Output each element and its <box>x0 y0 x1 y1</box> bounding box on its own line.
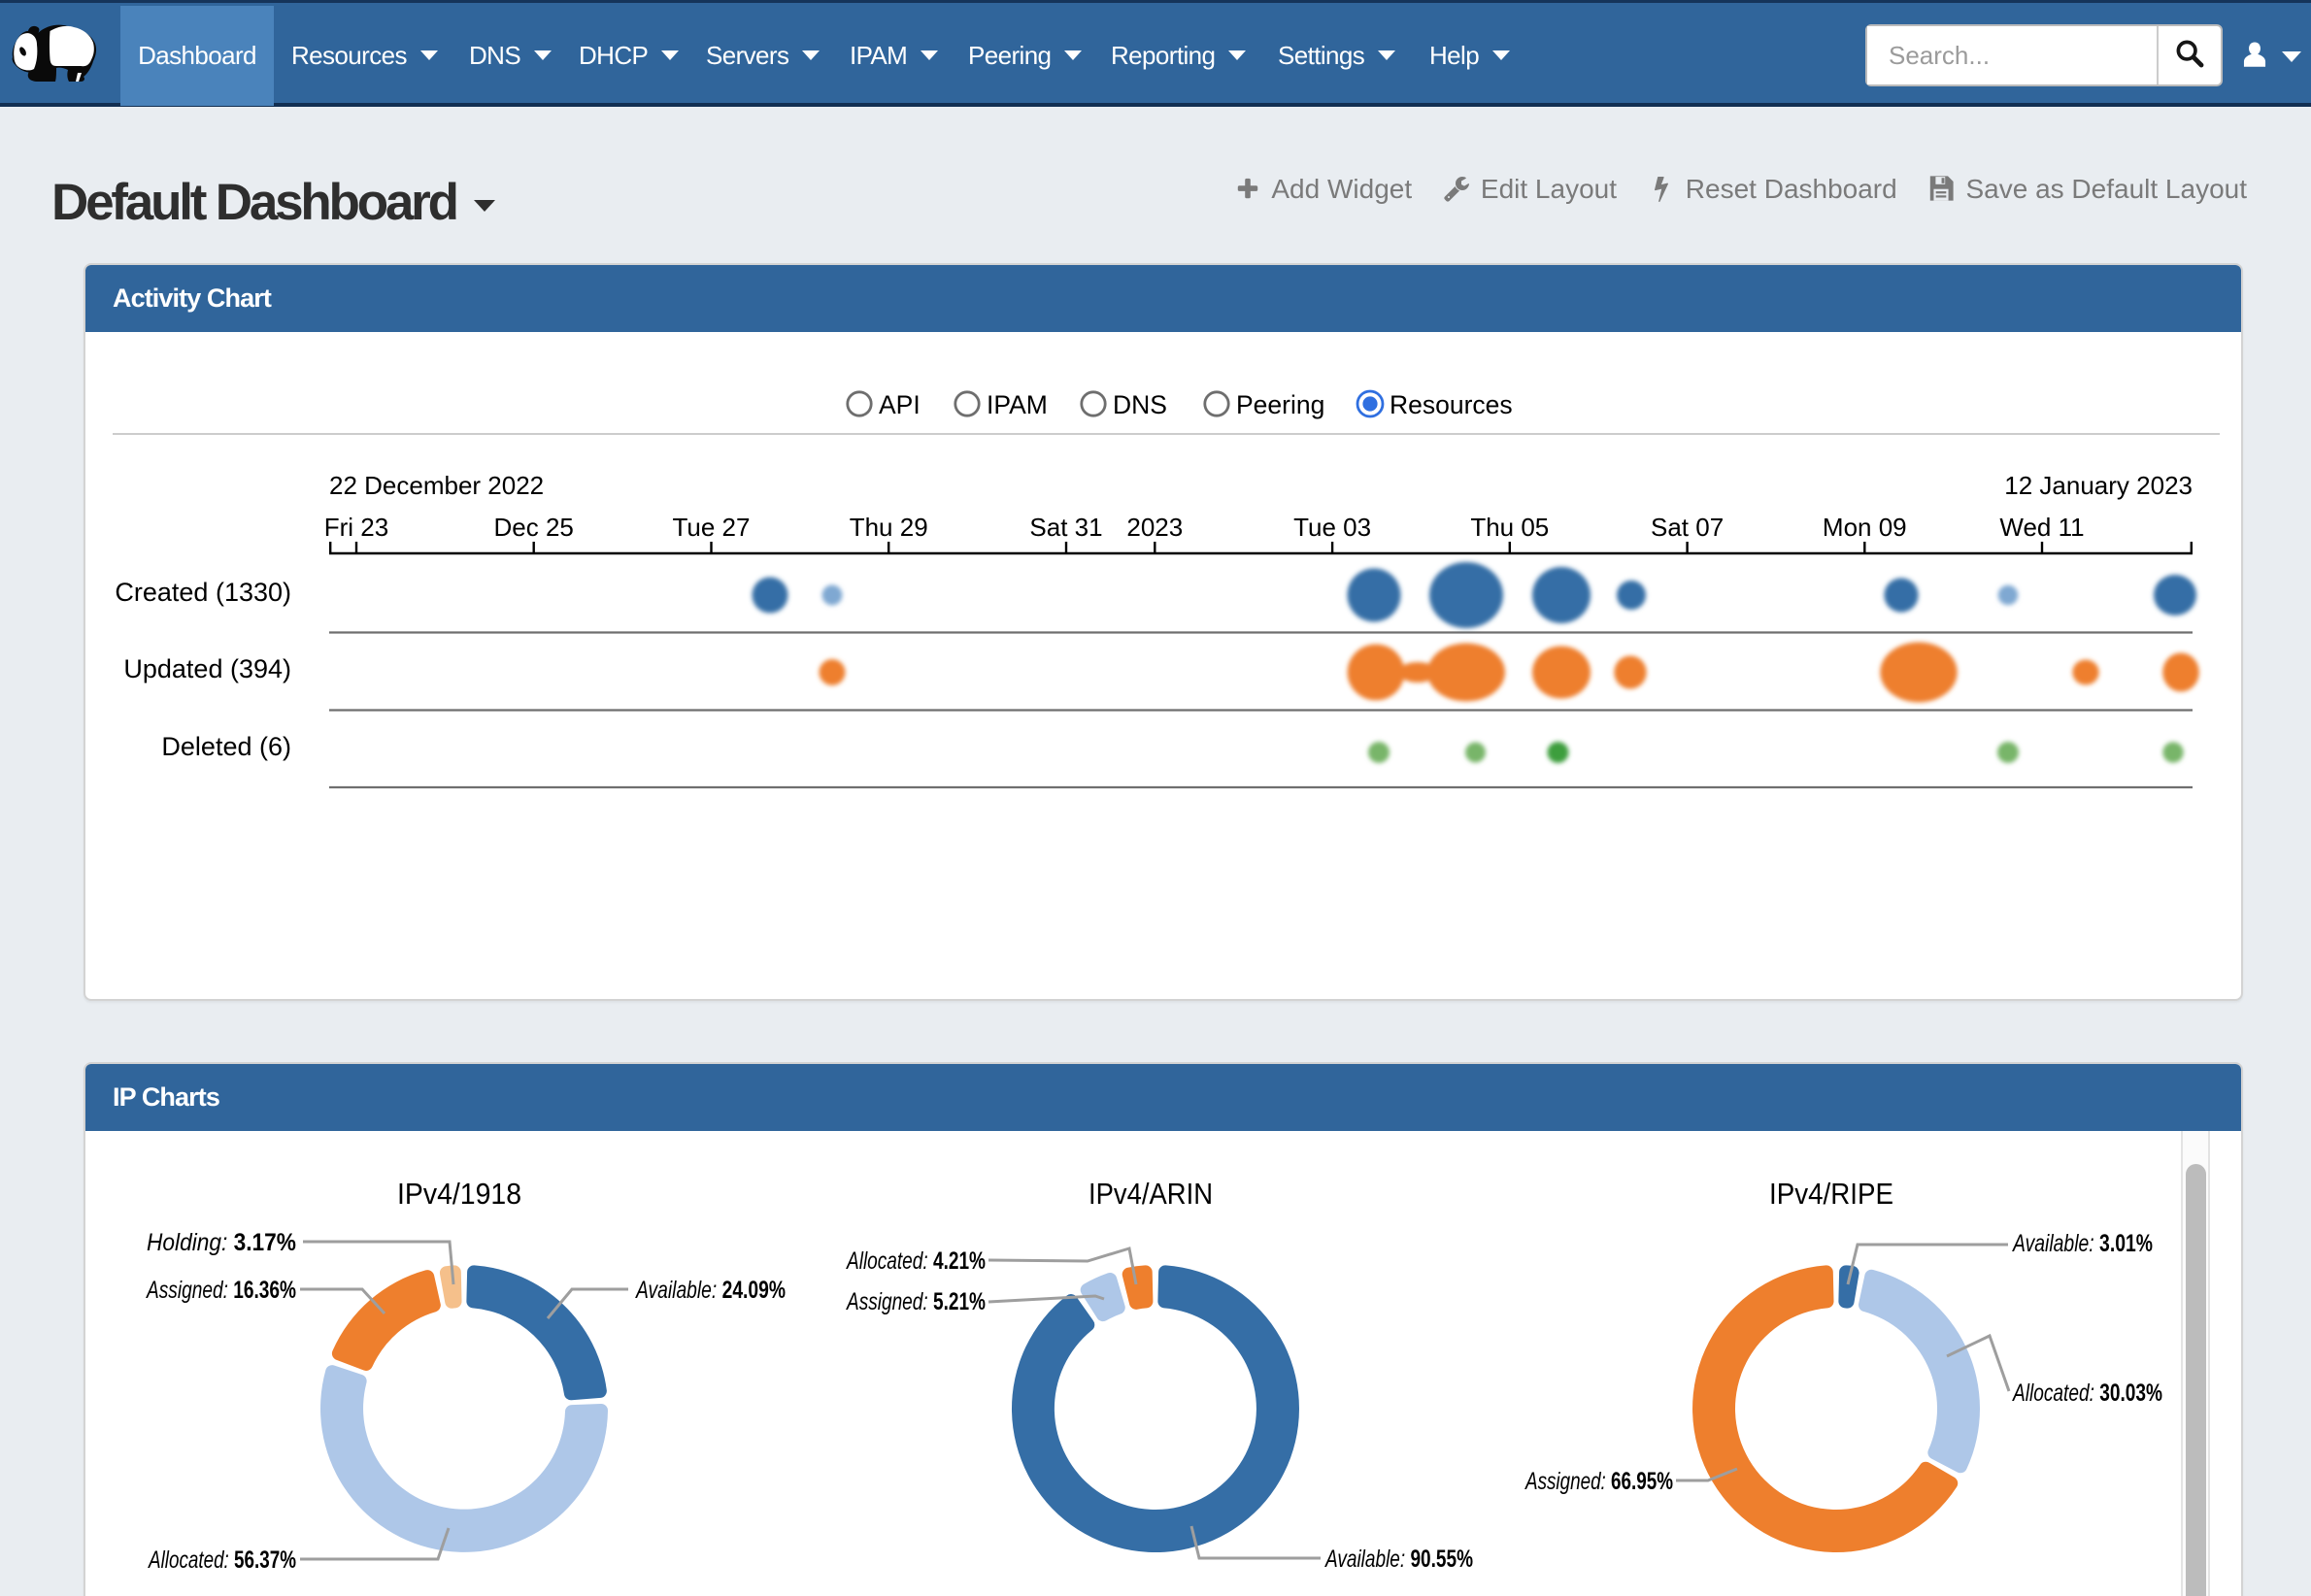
svg-text:Allocated: 4.21%: Allocated: 4.21% <box>845 1247 986 1275</box>
svg-text:Thu 05: Thu 05 <box>1470 513 1549 542</box>
svg-text:12 January 2023: 12 January 2023 <box>2004 471 2193 500</box>
svg-text:IPAM: IPAM <box>987 390 1048 419</box>
svg-text:DNS: DNS <box>1113 390 1167 419</box>
svg-text:Allocated: 30.03%: Allocated: 30.03% <box>2011 1380 2162 1407</box>
svg-text:IPv4/RIPE: IPv4/RIPE <box>1769 1177 1893 1211</box>
svg-text:2023: 2023 <box>1126 513 1183 542</box>
svg-text:Available: 3.01%: Available: 3.01% <box>2011 1230 2153 1257</box>
svg-text:Assigned: 5.21%: Assigned: 5.21% <box>845 1288 986 1315</box>
svg-text:Assigned: 16.36%: Assigned: 16.36% <box>145 1277 296 1304</box>
svg-text:Mon 09: Mon 09 <box>1823 513 1907 542</box>
svg-text:Sat 07: Sat 07 <box>1651 513 1724 542</box>
svg-text:Assigned: 66.95%: Assigned: 66.95% <box>1524 1468 1673 1495</box>
svg-text:IPv4/1918: IPv4/1918 <box>397 1177 521 1211</box>
svg-text:22 December 2022: 22 December 2022 <box>329 471 544 500</box>
svg-text:Updated (394): Updated (394) <box>123 654 291 683</box>
svg-text:Tue 27: Tue 27 <box>673 513 751 542</box>
svg-text:Deleted (6): Deleted (6) <box>161 732 291 761</box>
svg-text:Resources: Resources <box>1390 390 1513 419</box>
svg-text:Thu 29: Thu 29 <box>850 513 928 542</box>
svg-text:Holding: 3.17%: Holding: 3.17% <box>147 1229 296 1256</box>
svg-text:Created (1330): Created (1330) <box>115 578 291 607</box>
svg-text:Fri 23: Fri 23 <box>324 513 388 542</box>
svg-text:IPv4/ARIN: IPv4/ARIN <box>1089 1177 1213 1211</box>
svg-text:Allocated: 56.37%: Allocated: 56.37% <box>147 1546 296 1574</box>
svg-text:Available: 90.55%: Available: 90.55% <box>1323 1546 1473 1573</box>
svg-text:Sat 31: Sat 31 <box>1029 513 1102 542</box>
svg-text:Peering: Peering <box>1236 390 1324 419</box>
svg-text:Tue 03: Tue 03 <box>1293 513 1371 542</box>
svg-text:Dec 25: Dec 25 <box>494 513 574 542</box>
svg-text:Available: 24.09%: Available: 24.09% <box>634 1277 786 1304</box>
svg-text:API: API <box>879 390 921 419</box>
svg-text:Wed 11: Wed 11 <box>1999 513 2084 542</box>
